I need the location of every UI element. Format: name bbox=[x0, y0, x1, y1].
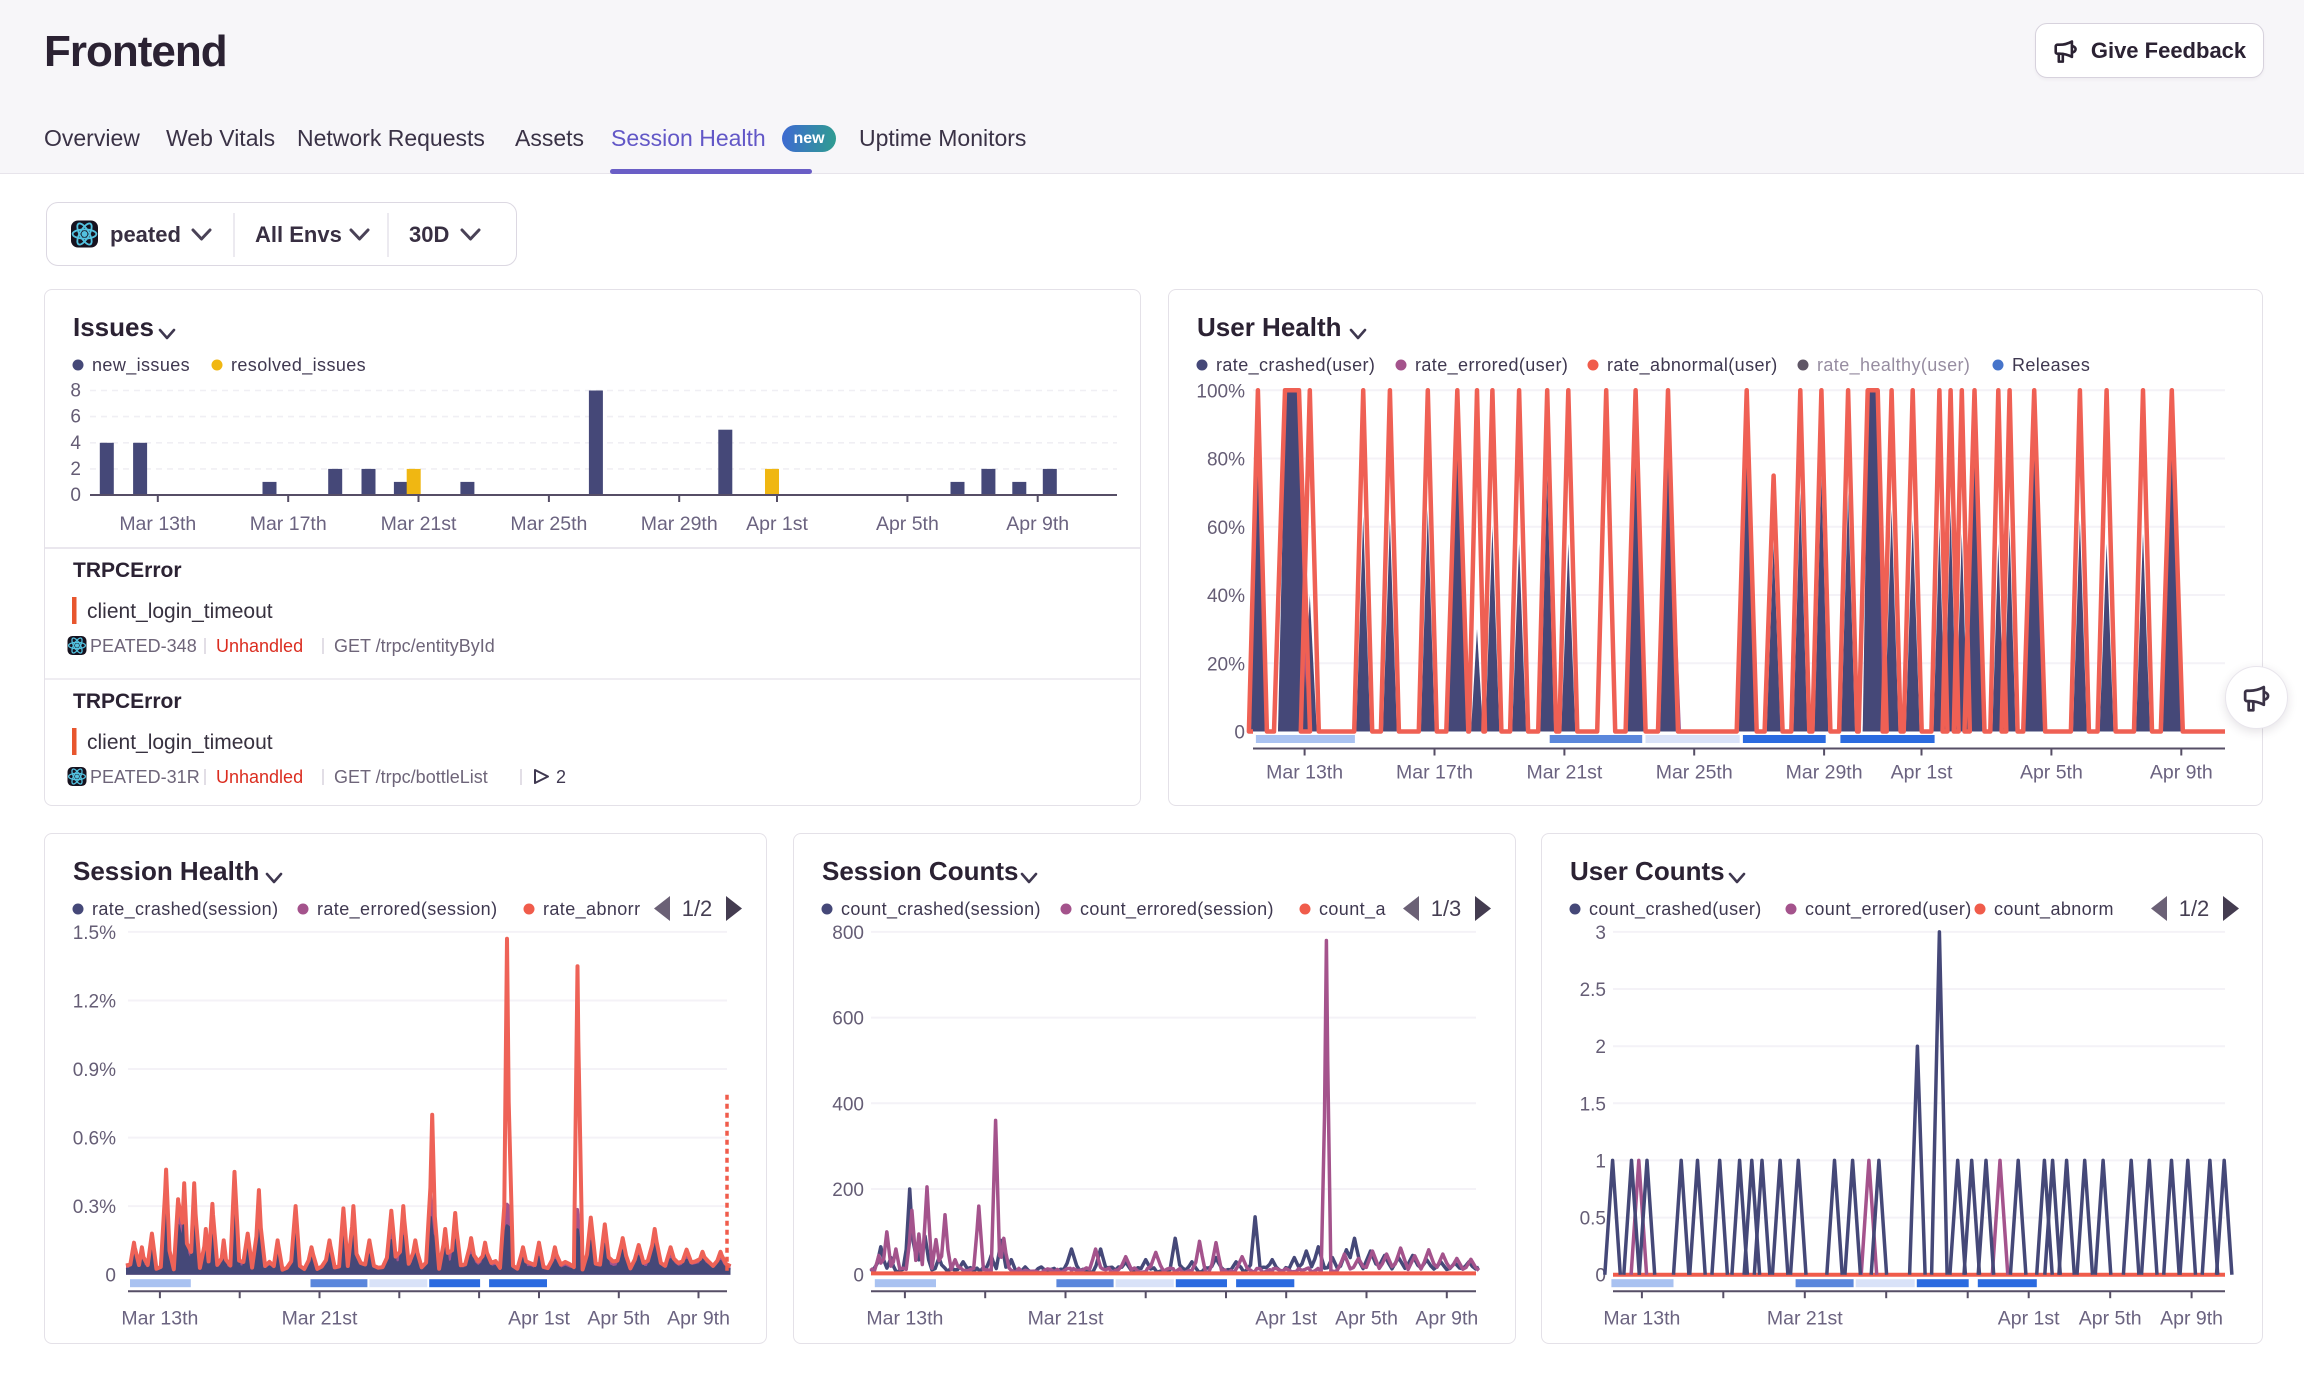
svg-text:Unhandled: Unhandled bbox=[216, 636, 303, 656]
svg-text:count_crashed(session): count_crashed(session) bbox=[841, 899, 1041, 920]
svg-text:0: 0 bbox=[70, 485, 81, 506]
svg-text:4: 4 bbox=[70, 433, 81, 454]
svg-text:client_login_timeout: client_login_timeout bbox=[87, 600, 273, 623]
svg-text:count_a: count_a bbox=[1319, 899, 1386, 920]
svg-text:resolved_issues: resolved_issues bbox=[231, 355, 366, 376]
svg-text:Apr 9th: Apr 9th bbox=[1415, 1308, 1478, 1330]
svg-text:0: 0 bbox=[853, 1266, 864, 1287]
svg-text:1.5%: 1.5% bbox=[73, 923, 116, 944]
svg-text:0.3%: 0.3% bbox=[73, 1197, 116, 1218]
svg-text:Mar 17th: Mar 17th bbox=[1396, 762, 1473, 784]
svg-text:Apr 1st: Apr 1st bbox=[1891, 762, 1953, 784]
svg-text:1/2: 1/2 bbox=[2179, 896, 2210, 921]
svg-text:rate_crashed(user): rate_crashed(user) bbox=[1216, 355, 1375, 376]
svg-text:rate_abnormal(user): rate_abnormal(user) bbox=[1607, 355, 1778, 376]
svg-text:All Envs: All Envs bbox=[255, 222, 342, 247]
svg-text:0.5: 0.5 bbox=[1580, 1209, 1606, 1230]
svg-text:TRPCError: TRPCError bbox=[73, 690, 182, 713]
svg-text:count_crashed(user): count_crashed(user) bbox=[1589, 899, 1762, 920]
svg-text:Apr 9th: Apr 9th bbox=[2150, 762, 2213, 784]
svg-text:rate_errored(user): rate_errored(user) bbox=[1415, 355, 1568, 376]
svg-text:40%: 40% bbox=[1207, 586, 1245, 607]
svg-text:Apr 5th: Apr 5th bbox=[2079, 1308, 2142, 1330]
svg-text:2: 2 bbox=[556, 767, 566, 787]
svg-text:Mar 13th: Mar 13th bbox=[1266, 762, 1343, 784]
svg-text:6: 6 bbox=[70, 407, 81, 428]
svg-text:Mar 25th: Mar 25th bbox=[510, 513, 587, 535]
svg-text:8: 8 bbox=[70, 381, 81, 402]
svg-text:Apr 5th: Apr 5th bbox=[587, 1308, 650, 1330]
svg-text:2: 2 bbox=[70, 459, 81, 480]
svg-text:0.6%: 0.6% bbox=[73, 1129, 116, 1150]
svg-text:count_errored(user): count_errored(user) bbox=[1805, 899, 1972, 920]
svg-text:Session Counts: Session Counts bbox=[822, 856, 1018, 886]
svg-text:Mar 21st: Mar 21st bbox=[1767, 1308, 1843, 1330]
svg-text:User Counts: User Counts bbox=[1570, 856, 1725, 886]
svg-text:200: 200 bbox=[832, 1180, 864, 1201]
svg-text:Mar 13th: Mar 13th bbox=[1603, 1308, 1680, 1330]
svg-text:User Health: User Health bbox=[1197, 312, 1342, 342]
svg-text:100%: 100% bbox=[1196, 381, 1245, 402]
svg-text:400: 400 bbox=[832, 1094, 864, 1115]
svg-text:rate_abnorr: rate_abnorr bbox=[543, 899, 640, 920]
svg-text:0.9%: 0.9% bbox=[73, 1060, 116, 1081]
svg-text:Apr 9th: Apr 9th bbox=[1006, 513, 1069, 535]
svg-text:Session Health: Session Health bbox=[73, 856, 259, 886]
svg-text:2: 2 bbox=[1595, 1037, 1606, 1058]
svg-text:0: 0 bbox=[1234, 723, 1245, 744]
svg-text:Mar 21st: Mar 21st bbox=[282, 1308, 358, 1330]
svg-text:Releases: Releases bbox=[2012, 355, 2090, 375]
svg-text:1/2: 1/2 bbox=[682, 896, 713, 921]
svg-text:GET /trpc/entityById: GET /trpc/entityById bbox=[334, 636, 495, 656]
svg-text:Apr 5th: Apr 5th bbox=[1335, 1308, 1398, 1330]
svg-text:Apr 1st: Apr 1st bbox=[1998, 1308, 2060, 1330]
svg-text:30D: 30D bbox=[409, 222, 449, 247]
svg-text:3: 3 bbox=[1595, 923, 1606, 944]
svg-text:Mar 13th: Mar 13th bbox=[119, 513, 196, 535]
svg-text:Mar 29th: Mar 29th bbox=[1786, 762, 1863, 784]
svg-text:GET /trpc/bottleList: GET /trpc/bottleList bbox=[334, 767, 488, 787]
svg-text:PEATED-31R: PEATED-31R bbox=[90, 767, 200, 787]
svg-text:80%: 80% bbox=[1207, 450, 1245, 471]
svg-text:1: 1 bbox=[1595, 1151, 1606, 1172]
svg-text:count_errored(session): count_errored(session) bbox=[1080, 899, 1274, 920]
svg-text:60%: 60% bbox=[1207, 518, 1245, 539]
svg-text:Apr 5th: Apr 5th bbox=[2020, 762, 2083, 784]
svg-text:Mar 13th: Mar 13th bbox=[866, 1308, 943, 1330]
svg-text:client_login_timeout: client_login_timeout bbox=[87, 731, 273, 754]
svg-text:Mar 21st: Mar 21st bbox=[1028, 1308, 1104, 1330]
svg-text:PEATED-348: PEATED-348 bbox=[90, 636, 197, 656]
svg-text:Mar 29th: Mar 29th bbox=[641, 513, 718, 535]
svg-text:1.5: 1.5 bbox=[1580, 1094, 1606, 1115]
svg-text:new_issues: new_issues bbox=[92, 355, 190, 376]
svg-text:600: 600 bbox=[832, 1009, 864, 1030]
svg-text:Issues: Issues bbox=[73, 312, 154, 342]
svg-text:count_abnorm: count_abnorm bbox=[1994, 899, 2114, 920]
svg-text:Apr 9th: Apr 9th bbox=[667, 1308, 730, 1330]
svg-text:Apr 1st: Apr 1st bbox=[746, 513, 808, 535]
svg-text:Mar 21st: Mar 21st bbox=[381, 513, 457, 535]
svg-text:1.2%: 1.2% bbox=[73, 992, 116, 1013]
svg-text:rate_crashed(session): rate_crashed(session) bbox=[92, 899, 278, 920]
svg-text:Mar 21st: Mar 21st bbox=[1526, 762, 1602, 784]
svg-text:20%: 20% bbox=[1207, 654, 1245, 675]
svg-text:Apr 1st: Apr 1st bbox=[508, 1308, 570, 1330]
svg-text:peated: peated bbox=[110, 222, 181, 247]
svg-text:Apr 1st: Apr 1st bbox=[1255, 1308, 1317, 1330]
svg-text:TRPCError: TRPCError bbox=[73, 559, 182, 582]
svg-text:rate_errored(session): rate_errored(session) bbox=[317, 899, 497, 920]
svg-text:2.5: 2.5 bbox=[1580, 980, 1606, 1001]
svg-text:0: 0 bbox=[105, 1266, 116, 1287]
svg-text:1/3: 1/3 bbox=[1431, 896, 1462, 921]
svg-text:Mar 25th: Mar 25th bbox=[1656, 762, 1733, 784]
svg-text:Mar 17th: Mar 17th bbox=[250, 513, 327, 535]
svg-text:800: 800 bbox=[832, 923, 864, 944]
svg-text:Apr 5th: Apr 5th bbox=[876, 513, 939, 535]
svg-text:Apr 9th: Apr 9th bbox=[2160, 1308, 2223, 1330]
svg-text:rate_healthy(user): rate_healthy(user) bbox=[1817, 355, 1970, 376]
svg-text:Mar 13th: Mar 13th bbox=[121, 1308, 198, 1330]
svg-text:Unhandled: Unhandled bbox=[216, 767, 303, 787]
